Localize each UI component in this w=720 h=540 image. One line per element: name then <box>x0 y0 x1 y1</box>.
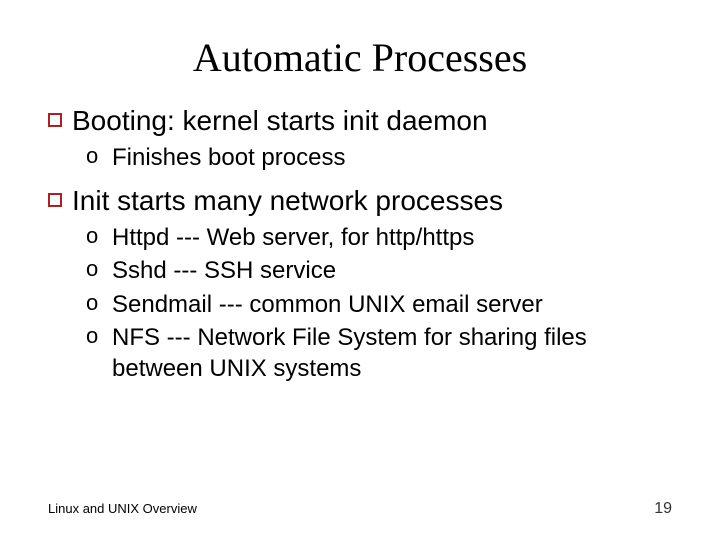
sub-bullet-item: o Sshd --- SSH service <box>86 255 672 286</box>
slide: Automatic Processes Booting: kernel star… <box>0 0 720 540</box>
circle-bullet-icon: o <box>86 289 104 318</box>
bullet-item: Booting: kernel starts init daemon <box>48 103 672 138</box>
sub-bullet-text: Httpd --- Web server, for http/https <box>112 222 474 253</box>
circle-bullet-icon: o <box>86 222 104 251</box>
sub-bullet-text: Finishes boot process <box>112 142 345 173</box>
sub-bullet-text: Sendmail --- common UNIX email server <box>112 289 543 320</box>
sub-bullet-group: o Finishes boot process <box>86 142 672 173</box>
sub-bullet-group: o Httpd --- Web server, for http/https o… <box>86 222 672 384</box>
page-number: 19 <box>654 500 672 518</box>
bullet-item: Init starts many network processes <box>48 183 672 218</box>
sub-bullet-text: NFS --- Network File System for sharing … <box>112 322 672 384</box>
footer-text: Linux and UNIX Overview <box>48 501 197 516</box>
sub-bullet-item: o Finishes boot process <box>86 142 672 173</box>
sub-bullet-item: o Sendmail --- common UNIX email server <box>86 289 672 320</box>
circle-bullet-icon: o <box>86 255 104 284</box>
slide-title: Automatic Processes <box>48 34 672 81</box>
bullet-text: Init starts many network processes <box>72 183 503 218</box>
bullet-text: Booting: kernel starts init daemon <box>72 103 488 138</box>
sub-bullet-item: o NFS --- Network File System for sharin… <box>86 322 672 384</box>
square-bullet-icon <box>48 113 62 127</box>
circle-bullet-icon: o <box>86 322 104 351</box>
circle-bullet-icon: o <box>86 142 104 171</box>
sub-bullet-text: Sshd --- SSH service <box>112 255 336 286</box>
slide-content: Booting: kernel starts init daemon o Fin… <box>48 103 672 384</box>
slide-footer: Linux and UNIX Overview 19 <box>48 500 672 518</box>
square-bullet-icon <box>48 193 62 207</box>
sub-bullet-item: o Httpd --- Web server, for http/https <box>86 222 672 253</box>
